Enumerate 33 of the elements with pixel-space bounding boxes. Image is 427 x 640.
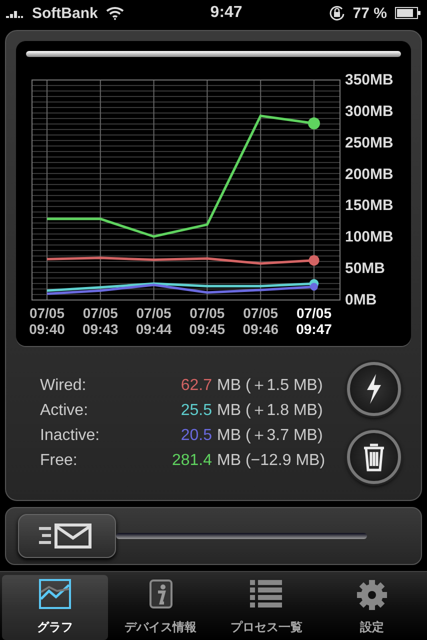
stat-value: 62.7 [180, 376, 212, 394]
y-axis-label: 350MB [345, 72, 394, 88]
tab[interactable]: グラフ [2, 575, 108, 640]
x-axis-label: 07/05 09:47 [296, 305, 332, 337]
x-axis-label: 07/05 09:45 [189, 305, 226, 337]
tab[interactable]: デバイス情報 [108, 575, 214, 640]
stat-change: MB (−12.9 MB) [217, 452, 326, 470]
stat-label: Active: [40, 402, 90, 420]
y-axis-label: 250MB [345, 134, 394, 152]
battery-percent: 77 % [352, 4, 387, 22]
y-axis-label: 200MB [345, 166, 394, 183]
y-axis-label: 100MB [345, 228, 394, 246]
y-axis-label: 300MB [345, 102, 394, 120]
stat-value: 281.4 [170, 452, 212, 470]
y-axis-label: 50MB [345, 260, 386, 278]
clock-time: 9:47 [210, 4, 242, 21]
stat-label: Free: [40, 452, 78, 470]
stat-change: MB (＋1.8 MB) [217, 401, 323, 421]
x-axis-label: 07/05 09:46 [242, 305, 278, 337]
stat-label: Wired: [40, 376, 88, 394]
stat-change: MB (＋3.7 MB) [217, 426, 323, 446]
carrier-name: SoftBank [32, 4, 98, 22]
x-axis-label: 07/05 09:40 [29, 305, 65, 337]
stat-change: MB (＋1.5 MB) [217, 376, 323, 396]
stat-value: 25.5 [180, 402, 212, 420]
x-axis-label: 07/05 09:44 [136, 305, 172, 337]
tab[interactable]: 設定 [319, 575, 425, 640]
y-axis-label: 150MB [345, 197, 394, 214]
tab[interactable]: プロセス一覧 [214, 575, 320, 640]
stat-value: 20.5 [180, 426, 212, 444]
stat-label: Inactive: [40, 426, 101, 444]
x-axis-label: 07/05 09:43 [82, 305, 118, 337]
y-axis-label: 0MB [345, 292, 377, 308]
